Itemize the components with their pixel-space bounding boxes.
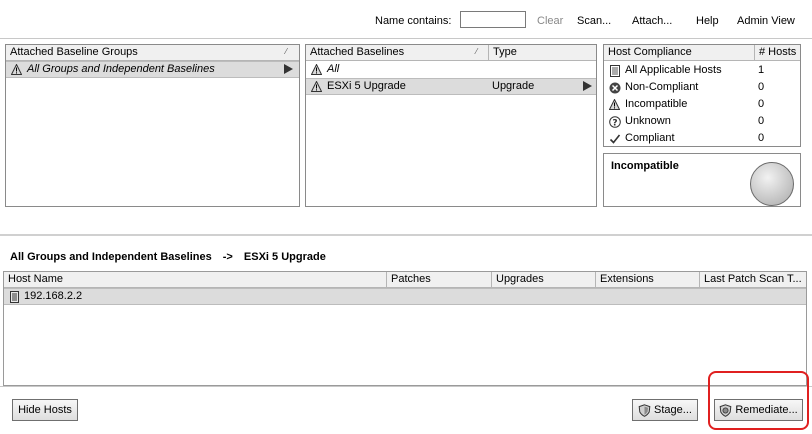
hosts-count-column-header[interactable]: # Hosts (755, 45, 800, 60)
host-icon (10, 291, 19, 303)
baseline-type: Upgrade (492, 80, 535, 92)
warning-icon (11, 64, 22, 75)
compliance-count: 0 (758, 81, 765, 93)
breadcrumb-separator: -> (222, 251, 233, 263)
expand-arrow-icon[interactable] (284, 64, 293, 74)
baseline-groups-header: Attached Baseline Groups ⁄ (6, 45, 299, 61)
sort-indicator-icon: ⁄ (476, 47, 478, 56)
scan-link[interactable]: Scan... (577, 15, 611, 27)
name-contains-input[interactable] (460, 11, 526, 28)
compliance-count: 1 (758, 64, 765, 76)
type-column-header[interactable]: Type (489, 45, 596, 60)
status-indicator-icon (750, 162, 794, 206)
stage-button[interactable]: Stage... (632, 399, 698, 421)
extensions-header-label: Extensions (600, 273, 654, 285)
warning-icon (311, 64, 322, 75)
host-name-cell: 192.168.2.2 (24, 290, 83, 302)
breadcrumb: All Groups and Independent Baselines -> … (10, 251, 326, 263)
compliance-label: Unknown (625, 115, 671, 127)
question-icon: ? (609, 116, 621, 128)
compliance-label: Compliant (625, 132, 675, 144)
attach-link[interactable]: Attach... (632, 15, 672, 27)
section-divider[interactable] (0, 234, 812, 236)
compliance-item-incompatible[interactable]: Incompatible 0 (604, 96, 800, 113)
type-header-label: Type (493, 46, 517, 58)
svg-text:?: ? (612, 118, 617, 128)
name-contains-label: Name contains: (375, 15, 452, 27)
hide-hosts-button[interactable]: Hide Hosts (12, 399, 78, 421)
compliance-count: 0 (758, 98, 765, 110)
remediate-highlight-annotation (708, 371, 809, 430)
footer-divider (0, 386, 812, 387)
compliance-count: 0 (758, 115, 765, 127)
admin-view-link[interactable]: Admin View (737, 15, 795, 27)
sort-indicator-icon: ⁄ (285, 47, 287, 56)
baseline-group-label: All Groups and Independent Baselines (27, 63, 215, 75)
document-icon (610, 65, 620, 77)
host-compliance-column-header[interactable]: Host Compliance (604, 45, 755, 60)
compliance-item-unknown[interactable]: ? Unknown 0 (604, 113, 800, 130)
expand-arrow-icon[interactable] (583, 81, 592, 91)
last-patch-scan-header-label: Last Patch Scan T... (704, 273, 802, 285)
baselines-header-label: Attached Baselines (310, 46, 405, 58)
host-name-column-header[interactable]: Host Name (4, 272, 387, 287)
host-name-header-label: Host Name (8, 273, 64, 285)
table-row[interactable]: 192.168.2.2 (4, 288, 806, 305)
compliance-label: Non-Compliant (625, 81, 699, 93)
warning-icon (311, 81, 322, 92)
stage-label: Stage... (654, 404, 692, 416)
compliance-item-all[interactable]: All Applicable Hosts 1 (604, 62, 800, 79)
error-circle-icon (609, 82, 621, 94)
baselines-header: Attached Baselines ⁄ Type (306, 45, 596, 61)
hide-hosts-label: Hide Hosts (18, 404, 72, 416)
breadcrumb-to: ESXi 5 Upgrade (243, 251, 326, 263)
extensions-column-header[interactable]: Extensions (596, 272, 700, 287)
baseline-item-all[interactable]: All (306, 61, 596, 78)
compliance-status-box: Incompatible (603, 153, 801, 207)
upgrades-header-label: Upgrades (496, 273, 544, 285)
baselines-panel: Attached Baselines ⁄ Type All ESXi 5 Upg… (305, 44, 597, 207)
compliance-item-compliant[interactable]: Compliant 0 (604, 130, 800, 147)
clear-link[interactable]: Clear (537, 15, 563, 27)
compliance-item-non-compliant[interactable]: Non-Compliant 0 (604, 79, 800, 96)
host-compliance-header: Host Compliance # Hosts (604, 45, 800, 61)
compliance-label: All Applicable Hosts (625, 64, 722, 76)
compliance-label: Incompatible (625, 98, 688, 110)
host-compliance-panel: Host Compliance # Hosts All Applicable H… (603, 44, 801, 147)
last-patch-scan-column-header[interactable]: Last Patch Scan T... (700, 272, 806, 287)
toolbar-divider (0, 38, 812, 39)
baseline-groups-panel: Attached Baseline Groups ⁄ All Groups an… (5, 44, 300, 207)
patches-column-header[interactable]: Patches (387, 272, 492, 287)
baseline-group-item[interactable]: All Groups and Independent Baselines (6, 61, 299, 78)
hosts-count-header-label: # Hosts (759, 46, 797, 58)
upgrades-column-header[interactable]: Upgrades (492, 272, 596, 287)
warning-icon (609, 99, 620, 110)
hosts-table-header: Host Name Patches Upgrades Extensions La… (4, 272, 806, 288)
patches-header-label: Patches (391, 273, 431, 285)
baselines-column-header[interactable]: Attached Baselines (306, 45, 489, 60)
checkmark-icon (609, 134, 621, 144)
host-compliance-header-label: Host Compliance (608, 46, 692, 58)
baseline-name: All (327, 63, 340, 75)
baseline-name: ESXi 5 Upgrade (327, 80, 406, 92)
baseline-groups-column-header[interactable]: Attached Baseline Groups (6, 45, 299, 60)
baseline-item-esxi5[interactable]: ESXi 5 Upgrade Upgrade (306, 78, 596, 95)
status-title: Incompatible (611, 160, 679, 172)
breadcrumb-from: All Groups and Independent Baselines (10, 251, 212, 263)
hosts-table: Host Name Patches Upgrades Extensions La… (3, 271, 807, 386)
shield-icon (638, 403, 651, 417)
baseline-groups-header-label: Attached Baseline Groups (10, 46, 138, 58)
compliance-count: 0 (758, 132, 765, 144)
help-link[interactable]: Help (696, 15, 719, 27)
